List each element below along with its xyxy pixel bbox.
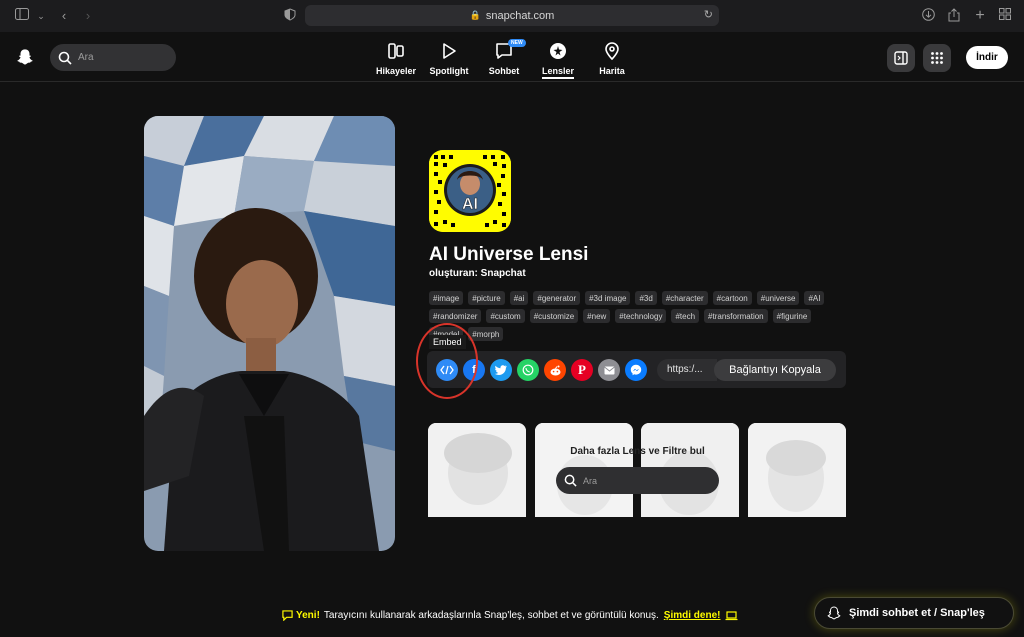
panel-icon (894, 51, 908, 65)
tag[interactable]: #randomizer (429, 309, 482, 323)
copy-link-button[interactable]: Bağlantıyı Kopyala (714, 359, 836, 381)
snapchat-ghost-icon[interactable] (16, 48, 34, 66)
grid-icon (931, 52, 943, 64)
lens-icon (550, 43, 566, 59)
nav-harita[interactable]: Harita (587, 41, 637, 76)
nav-label: Hikayeler (375, 66, 417, 76)
lock-icon: 🔒 (469, 10, 481, 20)
whatsapp-share-button[interactable] (517, 359, 539, 381)
snapcode[interactable]: AI (429, 150, 511, 232)
play-icon (443, 43, 456, 59)
lens-preview-image (144, 116, 395, 551)
address-text: snapchat.com (485, 9, 555, 22)
messenger-icon (630, 364, 642, 376)
start-chat-button[interactable]: Şimdi sohbet et / Snap'leş (814, 597, 1014, 629)
download-icon[interactable] (920, 8, 936, 24)
nav-hikayeler[interactable]: Hikayeler (371, 41, 421, 76)
embed-tooltip: Embed (429, 335, 466, 349)
share-bar: f P https:/... Bağlantıyı Kopyala (427, 351, 846, 388)
footer-banner: Yeni! Tarayıcını kullanarak arkadaşların… (282, 610, 738, 621)
sidebar-toggle-icon[interactable] (14, 8, 30, 24)
nav-label: Lensler (541, 66, 574, 79)
tab-overview-icon[interactable] (997, 8, 1013, 24)
share-icon[interactable] (946, 8, 962, 24)
nav-spotlight[interactable]: Spotlight (424, 41, 474, 76)
email-icon (603, 366, 615, 374)
forward-icon[interactable]: › (80, 8, 96, 24)
chat-bubble-icon (282, 610, 293, 621)
tag[interactable]: #figurine (772, 309, 812, 323)
site-header: Hikayeler Spotlight NEW Sohbet Lensler H… (0, 32, 1024, 82)
lens-title: AI Universe Lensi (429, 244, 589, 265)
map-pin-icon (605, 42, 619, 61)
whatsapp-icon (522, 364, 534, 376)
lens-creator: oluşturan: Snapchat (429, 268, 526, 279)
nav-label: Spotlight (429, 66, 469, 76)
tag[interactable]: #new (583, 309, 611, 323)
reddit-share-button[interactable] (544, 359, 566, 381)
tag[interactable]: #image (429, 291, 464, 305)
stories-icon (388, 43, 404, 59)
embed-button[interactable] (436, 359, 458, 381)
tag[interactable]: #custom (486, 309, 525, 323)
facebook-share-button[interactable]: f (463, 359, 485, 381)
search-input[interactable] (78, 52, 168, 63)
share-url-field[interactable]: https:/... (657, 359, 717, 381)
address-bar[interactable]: 🔒 snapchat.com ↻ (305, 5, 719, 26)
lens-search[interactable] (556, 467, 719, 494)
tag[interactable]: #customize (529, 309, 579, 323)
footer-message: Tarayıcını kullanarak arkadaşlarınla Sna… (323, 610, 659, 621)
tag[interactable]: #AI (804, 291, 825, 305)
lens-card[interactable] (428, 423, 526, 517)
snapcode-label: AI (462, 196, 478, 213)
snapchat-ghost-icon (827, 606, 841, 620)
apps-grid-button[interactable] (923, 44, 951, 72)
reddit-icon (550, 365, 560, 375)
new-label: Yeni! (296, 610, 320, 621)
tag[interactable]: #3d (635, 291, 657, 305)
lens-search-input[interactable] (583, 475, 703, 486)
pinterest-share-button[interactable]: P (571, 359, 593, 381)
tag[interactable]: #generator (533, 291, 581, 305)
nav-label: Harita (599, 66, 625, 76)
laptop-icon (725, 610, 738, 620)
tag[interactable]: #cartoon (712, 291, 752, 305)
tag-list: #image #picture #ai #generator #3d image… (429, 291, 839, 341)
lens-card[interactable] (748, 423, 846, 517)
tag[interactable]: #tech (671, 309, 700, 323)
reload-icon[interactable]: ↻ (704, 8, 713, 21)
download-app-button[interactable]: İndir (966, 46, 1008, 69)
tag[interactable]: #ai (509, 291, 529, 305)
embed-icon (440, 365, 454, 375)
tag[interactable]: #picture (468, 291, 505, 305)
nav-lensler[interactable]: Lensler (533, 41, 583, 79)
nav-sohbet[interactable]: NEW Sohbet (479, 39, 529, 76)
back-icon[interactable]: ‹ (56, 8, 72, 24)
new-tab-icon[interactable]: + (972, 8, 988, 24)
privacy-shield-icon[interactable] (282, 8, 298, 24)
new-badge: NEW (508, 39, 526, 47)
nav-label: Sohbet (488, 66, 520, 76)
tag[interactable]: #morph (468, 327, 504, 341)
tag[interactable]: #3d image (585, 291, 631, 305)
tag[interactable]: #technology (615, 309, 667, 323)
start-chat-label: Şimdi sohbet et / Snap'leş (849, 607, 985, 619)
search-icon (58, 51, 72, 65)
tag[interactable]: #universe (756, 291, 800, 305)
pinterest-icon: P (578, 362, 586, 377)
try-now-link[interactable]: Şimdi dene! (664, 610, 721, 621)
search-icon (564, 474, 577, 487)
twitter-share-button[interactable] (490, 359, 512, 381)
facebook-icon: f (472, 364, 476, 376)
tag[interactable]: #character (661, 291, 708, 305)
email-share-button[interactable] (598, 359, 620, 381)
chevron-down-icon[interactable]: ⌄ (33, 8, 49, 24)
twitter-icon (495, 365, 507, 375)
header-search[interactable] (50, 44, 176, 71)
messenger-share-button[interactable] (625, 359, 647, 381)
browser-toolbar: ⌄ ‹ › 🔒 snapchat.com ↻ + (0, 0, 1024, 32)
open-sidebar-button[interactable] (887, 44, 915, 72)
more-lenses-title: Daha fazla Lens ve Filtre bul (570, 446, 705, 457)
tag[interactable]: #transformation (704, 309, 768, 323)
